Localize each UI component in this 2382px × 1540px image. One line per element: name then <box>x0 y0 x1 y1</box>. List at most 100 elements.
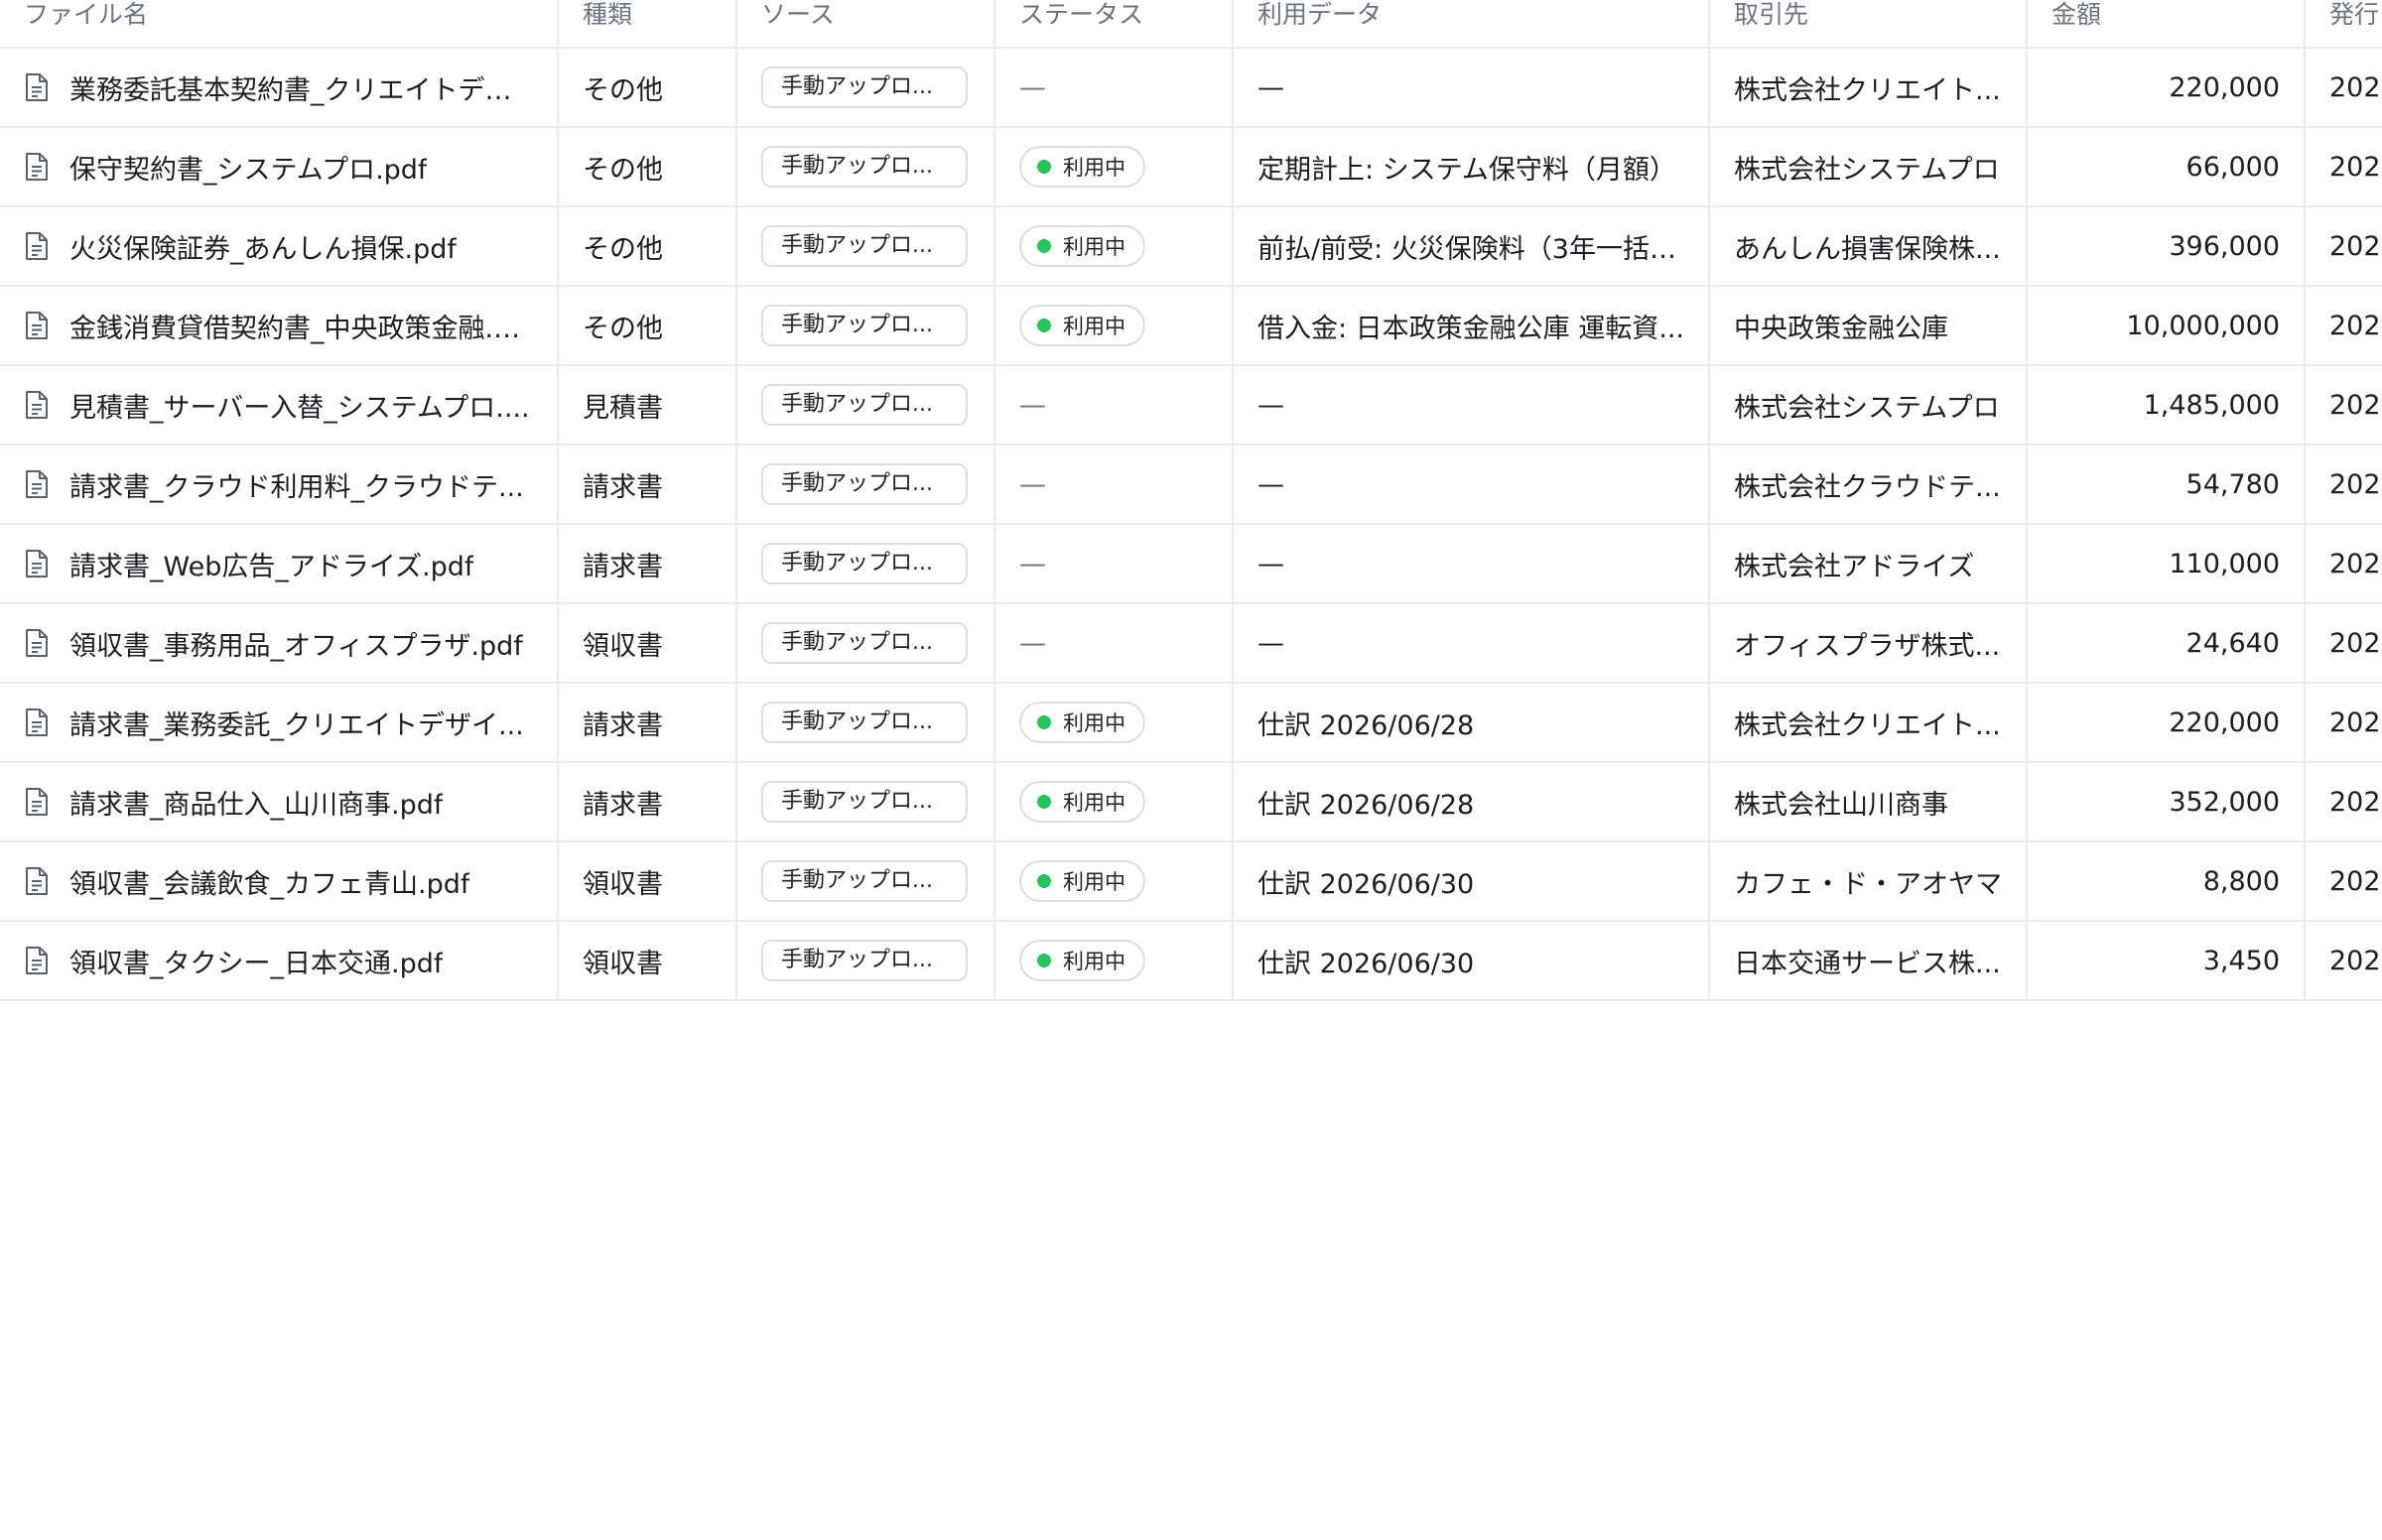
table-row[interactable]: 業務委託基本契約書_クリエイトデザ... その他 手動アップロ... — — 株式会社クリ… <box>0 48 2382 128</box>
source-cell: 手動アップロ... <box>736 762 995 842</box>
file-name-cell[interactable]: 領収書_タクシー_日本交通.pdf <box>0 921 559 1001</box>
table-row[interactable]: 請求書_商品仕入_山川商事.pdf 請求書 手動アップロ... 利用中 仕訳 2026/… <box>0 762 2382 842</box>
file-name-wrapper: 請求書_Web広告_アドライズ.pdf <box>24 545 533 583</box>
file-name-text[interactable]: 火災保険証券_あんしん損保.pdf <box>69 227 457 266</box>
status-cell: 利用中 <box>994 762 1234 842</box>
column-header-status[interactable]: ステータス <box>994 0 1234 49</box>
table-row[interactable]: 領収書_事務用品_オフィスプラザ.pdf 領収書 手動アップロ... — — オフィスプラ… <box>0 603 2382 684</box>
status-cell: — <box>994 365 1234 446</box>
table-row[interactable]: 請求書_業務委託_クリエイトデザイ... 請求書 手動アップロ... 利用中 仕訳 20… <box>0 683 2382 763</box>
file-name-text[interactable]: 業務委託基本契約書_クリエイトデザ... <box>69 68 533 107</box>
file-name-text[interactable]: 請求書_商品仕入_山川商事.pdf <box>69 783 443 822</box>
file-name-text[interactable]: 請求書_業務委託_クリエイトデザイ... <box>69 704 524 742</box>
file-name-text[interactable]: 請求書_クラウド利用料_クラウドテ... <box>69 465 524 504</box>
column-header-kind[interactable]: 種類 <box>558 0 737 49</box>
table-row[interactable]: 領収書_会議飲食_カフェ青山.pdf 領収書 手動アップロ... 利用中 仕訳 2026… <box>0 841 2382 922</box>
table-row[interactable]: 請求書_Web広告_アドライズ.pdf 請求書 手動アップロ... — — 株式会社アドラ… <box>0 524 2382 604</box>
column-header-partner[interactable]: 取引先 <box>1709 0 2028 49</box>
file-name-cell[interactable]: 保守契約書_システムプロ.pdf <box>0 127 559 207</box>
usage-data-cell[interactable]: 仕訳 2026/06/30 <box>1233 921 1710 1001</box>
status-empty: — <box>1019 627 1046 659</box>
amount-cell: 10,000,000 <box>2027 286 2306 366</box>
partner-cell: 株式会社システムプロ <box>1709 365 2028 446</box>
file-name-cell[interactable]: 領収書_会議飲食_カフェ青山.pdf <box>0 841 559 922</box>
table-row[interactable]: 請求書_クラウド利用料_クラウドテ... 請求書 手動アップロ... — — 株式会社クラ… <box>0 445 2382 525</box>
file-name-wrapper: 金銭消費貸借契約書_中央政策金融.pdf <box>24 307 533 345</box>
source-cell: 手動アップロ... <box>736 365 995 446</box>
kind-cell: 領収書 <box>558 603 737 684</box>
file-name-text[interactable]: 領収書_事務用品_オフィスプラザ.pdf <box>69 624 523 663</box>
amount-cell: 54,780 <box>2027 445 2306 525</box>
source-chip: 手動アップロ... <box>761 702 968 743</box>
status-empty: — <box>1019 71 1046 103</box>
file-name-text[interactable]: 請求書_Web広告_アドライズ.pdf <box>69 545 473 583</box>
file-name-text[interactable]: 見積書_サーバー入替_システムプロ.... <box>69 386 530 425</box>
usage-data-cell[interactable]: 仕訳 2026/06/28 <box>1233 762 1710 842</box>
column-header-amount[interactable]: 金額 <box>2027 0 2306 49</box>
file-name-text[interactable]: 領収書_タクシー_日本交通.pdf <box>69 942 443 980</box>
usage-data-cell[interactable]: 仕訳 2026/06/30 <box>1233 841 1710 922</box>
file-name-cell[interactable]: 業務委託基本契約書_クリエイトデザ... <box>0 48 559 128</box>
status-empty: — <box>1019 389 1046 421</box>
amount-cell: 66,000 <box>2027 127 2306 207</box>
status-dot-icon <box>1037 319 1051 332</box>
file-name-wrapper: 請求書_業務委託_クリエイトデザイ... <box>24 704 533 742</box>
document-icon <box>24 628 50 658</box>
kind-cell: 見積書 <box>558 365 737 446</box>
file-name-cell[interactable]: 金銭消費貸借契約書_中央政策金融.pdf <box>0 286 559 366</box>
file-name-cell[interactable]: 領収書_事務用品_オフィスプラザ.pdf <box>0 603 559 684</box>
document-icon <box>24 707 50 737</box>
table-row[interactable]: 見積書_サーバー入替_システムプロ.... 見積書 手動アップロ... — — 株式会社シ… <box>0 365 2382 446</box>
issue-date-cell: 202 <box>2305 841 2382 922</box>
partner-cell: 株式会社山川商事 <box>1709 762 2028 842</box>
status-dot-icon <box>1037 954 1051 967</box>
status-badge: 利用中 <box>1019 781 1145 823</box>
document-icon <box>24 390 50 420</box>
document-icon <box>24 469 50 499</box>
file-name-cell[interactable]: 請求書_クラウド利用料_クラウドテ... <box>0 445 559 525</box>
usage-data-cell[interactable]: 定期計上: システム保守料（月額） <box>1233 127 1710 207</box>
source-cell: 手動アップロ... <box>736 127 995 207</box>
amount-cell: 8,800 <box>2027 841 2306 922</box>
issue-date-cell: 202 <box>2305 127 2382 207</box>
table-row[interactable]: 火災保険証券_あんしん損保.pdf その他 手動アップロ... 利用中 前払/前受: 火… <box>0 206 2382 287</box>
issue-date-cell: 202 <box>2305 762 2382 842</box>
file-name-text[interactable]: 保守契約書_システムプロ.pdf <box>69 148 427 187</box>
kind-cell: その他 <box>558 48 737 128</box>
status-badge: 利用中 <box>1019 225 1145 267</box>
source-chip: 手動アップロ... <box>761 305 968 346</box>
column-header-source[interactable]: ソース <box>736 0 995 49</box>
status-label: 利用中 <box>1063 235 1125 259</box>
file-name-cell[interactable]: 火災保険証券_あんしん損保.pdf <box>0 206 559 287</box>
source-chip: 手動アップロ... <box>761 225 968 267</box>
amount-cell: 110,000 <box>2027 524 2306 604</box>
status-label: 利用中 <box>1063 156 1125 180</box>
table-row[interactable]: 保守契約書_システムプロ.pdf その他 手動アップロ... 利用中 定期計上: システ… <box>0 127 2382 207</box>
file-name-text[interactable]: 金銭消費貸借契約書_中央政策金融.pdf <box>69 307 533 345</box>
file-name-cell[interactable]: 請求書_業務委託_クリエイトデザイ... <box>0 683 559 763</box>
file-name-cell[interactable]: 請求書_Web広告_アドライズ.pdf <box>0 524 559 604</box>
source-cell: 手動アップロ... <box>736 286 995 366</box>
table-row[interactable]: 領収書_タクシー_日本交通.pdf 領収書 手動アップロ... 利用中 仕訳 2026/… <box>0 921 2382 1001</box>
table-row[interactable]: 金銭消費貸借契約書_中央政策金融.pdf その他 手動アップロ... 利用中 借入金: … <box>0 286 2382 366</box>
file-name-cell[interactable]: 見積書_サーバー入替_システムプロ.... <box>0 365 559 446</box>
usage-data-cell[interactable]: 仕訳 2026/06/28 <box>1233 683 1710 763</box>
column-header-usage-data[interactable]: 利用データ <box>1233 0 1710 49</box>
status-dot-icon <box>1037 239 1051 253</box>
usage-data-cell[interactable]: 借入金: 日本政策金融公庫 運転資... <box>1233 286 1710 366</box>
status-label: 利用中 <box>1063 315 1125 338</box>
column-header-file-name[interactable]: ファイル名 <box>0 0 559 49</box>
amount-cell: 24,640 <box>2027 603 2306 684</box>
amount-cell: 352,000 <box>2027 762 2306 842</box>
file-name-cell[interactable]: 請求書_商品仕入_山川商事.pdf <box>0 762 559 842</box>
document-table: ファイル名 種類 ソース ステータス 利用データ 取引先 金額 発行 業務委託基… <box>0 0 2382 1001</box>
usage-data-cell[interactable]: 前払/前受: 火災保険料（3年一括・... <box>1233 206 1710 287</box>
document-icon <box>24 72 50 102</box>
status-badge: 利用中 <box>1019 305 1145 346</box>
file-name-text[interactable]: 領収書_会議飲食_カフェ青山.pdf <box>69 862 469 901</box>
source-chip: 手動アップロ... <box>761 860 968 902</box>
column-header-issue-date[interactable]: 発行 <box>2305 0 2382 49</box>
issue-date-cell: 202 <box>2305 286 2382 366</box>
document-table-viewport: ファイル名 種類 ソース ステータス 利用データ 取引先 金額 発行 業務委託基… <box>0 0 2382 1540</box>
document-icon <box>24 946 50 975</box>
